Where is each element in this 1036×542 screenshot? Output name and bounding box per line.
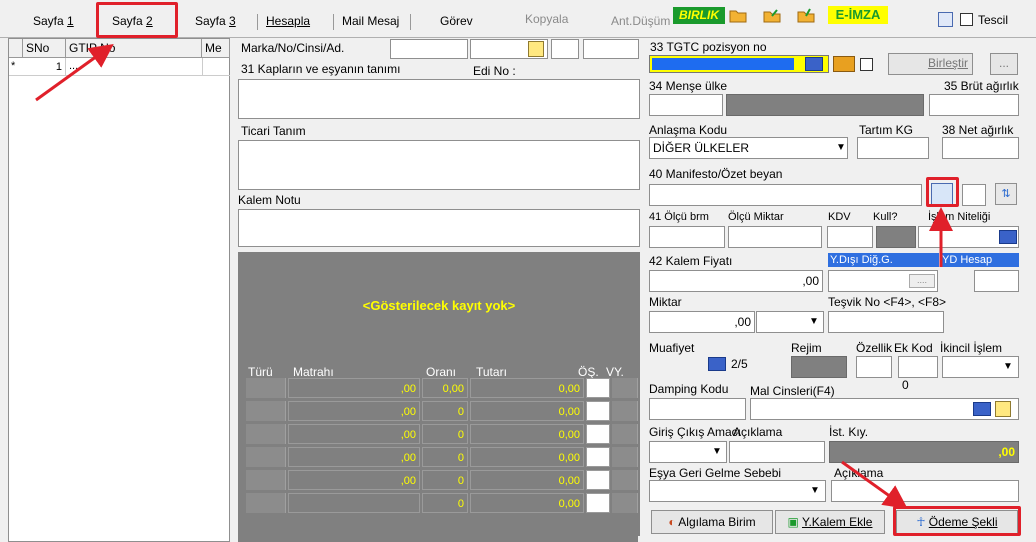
annotation-arrows [35,43,953,509]
